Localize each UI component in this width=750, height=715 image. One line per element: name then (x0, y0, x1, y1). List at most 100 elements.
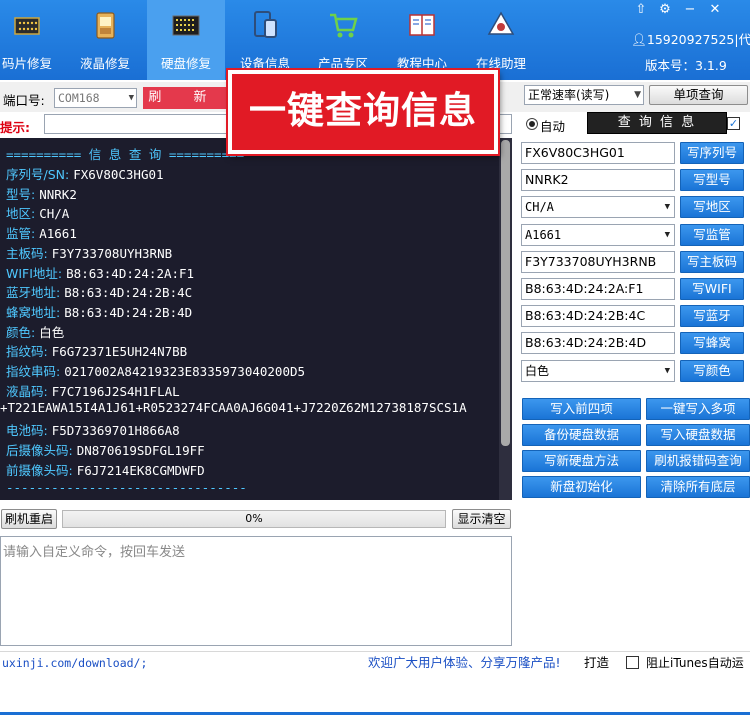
console-key: 监管: (6, 226, 36, 242)
field-input[interactable]: B8:63:4D:24:2B:4D (521, 332, 675, 355)
scroll-thumb[interactable] (501, 140, 510, 446)
console-key: 型号: (6, 186, 36, 202)
command-input[interactable]: 请输入自定义命令，按回车发送 (0, 536, 512, 646)
itunes-label: 阻止iTunes自动运 (646, 656, 744, 670)
speed-select[interactable]: 正常速率(读写) ▼ (524, 85, 644, 105)
action-button[interactable]: 一键写入多项 (646, 398, 750, 420)
user-icon: 👤︎ (631, 32, 647, 47)
field-select[interactable]: CH/A ▼ (521, 196, 675, 219)
action-button[interactable]: 备份硬盘数据 (522, 424, 641, 446)
port-select[interactable]: COM168 ▼ (54, 88, 137, 108)
action-button[interactable]: 刷机报错码查询 (646, 450, 750, 472)
write-field-button[interactable]: 写序列号 (680, 142, 744, 164)
action-button[interactable]: 清除所有底层 (646, 476, 750, 498)
write-field-button[interactable]: 写WIFI (680, 278, 744, 300)
console-value: B8:63:4D:24:2B:4D (64, 304, 193, 320)
console-key: WIFI地址: (6, 265, 63, 281)
welcome-text: 欢迎广大用户体验、分享万隆产品! (368, 655, 561, 670)
write-field-button[interactable]: 写蜂窝 (680, 332, 744, 355)
top-toolbar: 码片修复 液晶修复 硬盘修复 设备信息 产品专区 教程中心 在线助理 ⇧ ⚙ −… (0, 0, 750, 80)
hint-label: 提示: (0, 120, 30, 135)
tab-disk-repair[interactable]: 硬盘修复 (147, 0, 225, 80)
tab-chip-repair[interactable]: 码片修复 (0, 0, 66, 80)
phone-repair-icon (96, 12, 115, 39)
tab-lcd-repair[interactable]: 液晶修复 (66, 0, 144, 80)
console-key: 指纹码: (6, 344, 48, 360)
chevron-down-icon: ▼ (664, 365, 670, 376)
console-value: F5D73369701H866A8 (51, 423, 180, 439)
progress-text: 0% (245, 512, 263, 525)
write-field-button[interactable]: 写监管 (680, 223, 744, 246)
field-value: B8:63:4D:24:2A:F1 (525, 281, 644, 296)
write-field-button[interactable]: 写型号 (680, 169, 744, 192)
console-value: +T221EAWA15I4A1J61+R0523274FCAA0AJ6G041+… (0, 400, 467, 416)
action-button[interactable]: 写入硬盘数据 (646, 424, 750, 446)
console-value: F3Y733708UYH3RNB (51, 245, 173, 261)
action-button[interactable]: 新盘初始化 (522, 476, 641, 498)
console-footer: -------------------------------- (6, 480, 247, 495)
console-key: 后摄像头码: (6, 442, 73, 458)
action-button[interactable]: 写入前四项 (522, 398, 641, 420)
console-scrollbar[interactable] (499, 138, 512, 500)
tab-online-assistant[interactable]: 在线助理 (462, 0, 540, 80)
user-phone: 👤︎15920927525|代理 (631, 32, 750, 47)
console-line: 监管: A1661 (6, 223, 77, 242)
console-line: 前摄像头码: F6J7214EK8CGMDWFD (6, 460, 205, 479)
chevron-down-icon: ▼ (634, 90, 641, 100)
field-input[interactable]: B8:63:4D:24:2A:F1 (521, 278, 675, 300)
tab-tutorials[interactable]: 教程中心 (383, 0, 461, 80)
console-value: F6J7214EK8CGMDWFD (76, 462, 205, 478)
write-field-button[interactable]: 写蓝牙 (680, 305, 744, 328)
settings-icon[interactable]: ⚙ (657, 2, 673, 18)
tab-products[interactable]: 产品专区 (304, 0, 382, 80)
console-line: 主板码: F3Y733708UYH3RNB (6, 243, 172, 262)
write-field-button[interactable]: 写颜色 (680, 359, 744, 382)
tab-label: 码片修复 (1, 56, 52, 71)
console-value: A1661 (39, 226, 77, 242)
field-value: B8:63:4D:24:2B:4D (525, 335, 647, 351)
field-select[interactable]: 白色 ▼ (521, 359, 675, 382)
console-line: 电池码: F5D73369701H866A8 (6, 420, 180, 439)
console-line: 地区: CH/A (6, 203, 69, 222)
book-icon (409, 14, 435, 36)
close-icon[interactable]: ✕ (707, 2, 723, 18)
field-select[interactable]: A1661 ▼ (521, 223, 675, 246)
clear-display-button[interactable]: 显示清空 (452, 509, 511, 529)
tab-device-info[interactable]: 设备信息 (226, 0, 304, 80)
query-checkbox[interactable]: ✓ (727, 117, 740, 130)
field-input[interactable]: B8:63:4D:24:2B:4C (521, 305, 675, 328)
auto-radio[interactable] (526, 118, 538, 130)
version-label: 版本号：3.1.9 (645, 58, 727, 73)
minimize-icon[interactable]: − (682, 2, 698, 18)
info-console: ========== 信 息 查 询 ========== 序列号/SN: FX6… (0, 138, 512, 500)
write-field-button[interactable]: 写地区 (680, 196, 744, 219)
refresh-button[interactable]: 刷 新 (143, 87, 226, 109)
console-line: 序列号/SN: FX6V80C3HG01 (6, 164, 164, 183)
console-value: DN870619SDFGL19FF (76, 442, 205, 458)
console-value: F6G72371E5UH24N7BB (51, 344, 188, 360)
assistant-icon (487, 11, 515, 35)
query-info-button[interactable]: 查 询 信 息 (587, 112, 727, 134)
console-line: 后摄像头码: DN870619SDFGL19FF (6, 440, 205, 459)
download-link[interactable]: uxinji.com/download/; (2, 652, 147, 674)
field-input[interactable]: NNRK2 (521, 169, 675, 192)
pin-icon[interactable]: ⇧ (633, 2, 649, 18)
progress-bar: 0% (62, 510, 446, 528)
console-line: WIFI地址: B8:63:4D:24:2A:F1 (6, 263, 194, 282)
field-value: B8:63:4D:24:2B:4C (525, 308, 646, 324)
console-value: CH/A (39, 206, 70, 222)
single-query-button[interactable]: 单项查询 (649, 85, 748, 105)
auto-label: 自动 (540, 119, 566, 134)
console-header: ========== 信 息 查 询 ========== (6, 147, 245, 162)
reboot-button[interactable]: 刷机重启 (1, 509, 57, 529)
chevron-down-icon: ▼ (128, 93, 134, 103)
console-key: 指纹串码: (6, 364, 61, 379)
write-field-button[interactable]: 写主板码 (680, 250, 744, 273)
cart-icon (330, 13, 358, 38)
field-input[interactable]: FX6V80C3HG01 (521, 142, 675, 164)
field-value: A1661 (525, 227, 562, 242)
field-input[interactable]: F3Y733708UYH3RNB (521, 250, 675, 273)
console-line: 液晶码: F7C7196J2S4H1FLAL (6, 381, 180, 400)
itunes-checkbox[interactable] (626, 656, 639, 669)
action-button[interactable]: 写新硬盘方法 (522, 450, 641, 472)
